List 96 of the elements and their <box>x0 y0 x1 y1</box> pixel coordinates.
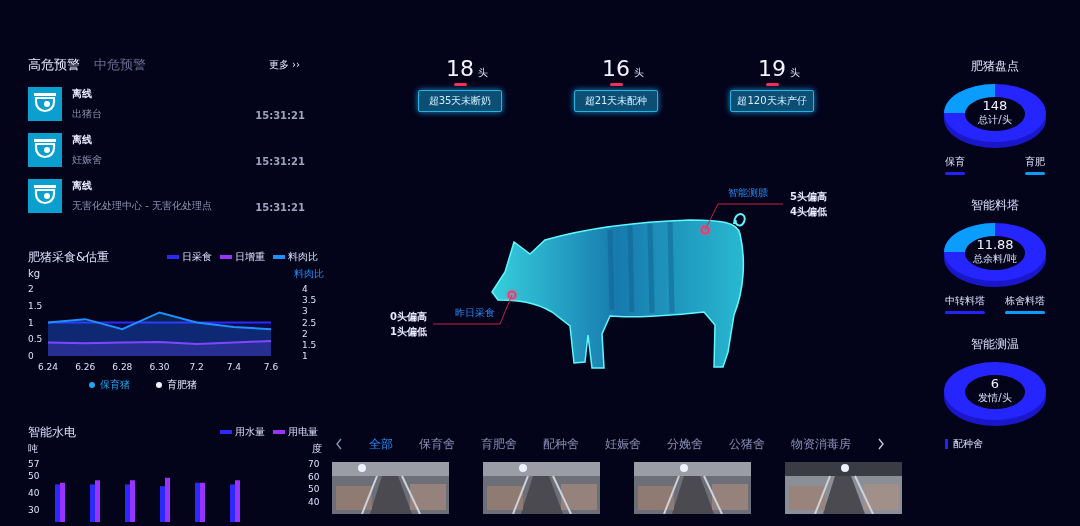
house-tab[interactable]: 配种舍 <box>543 435 579 453</box>
tick-label: 1 <box>28 317 34 328</box>
tick-label: 40 <box>308 496 320 507</box>
camera-icon <box>28 179 62 213</box>
legend-item: 用电量 <box>273 425 318 439</box>
legend-label: 育肥 <box>1025 155 1045 169</box>
tick-label: 1.5 <box>302 339 317 350</box>
legend-item: 用水量 <box>220 425 265 439</box>
annotation-text: 0头偏高 <box>390 310 427 324</box>
axis-label: 料肉比 <box>294 268 324 279</box>
house-tab[interactable]: 物资消毒房 <box>791 435 851 453</box>
tick-label: 70 <box>308 459 320 469</box>
legend-item: 料肉比 <box>273 250 318 264</box>
more-link[interactable]: 更多 ›› <box>268 58 300 72</box>
tick-label: 50 <box>28 470 40 481</box>
tick-label: 7.4 <box>226 362 241 372</box>
annotation-text: 5头偏高 <box>790 190 827 204</box>
tick-label: 6.30 <box>149 362 170 372</box>
legend-label: 配种舍 <box>953 437 983 451</box>
tick-label: 60 <box>308 471 320 482</box>
axis-label: kg <box>28 268 41 279</box>
tick-label: 57 <box>28 459 40 469</box>
alert-status: 离线 <box>72 179 93 193</box>
chart-title: 智能水电 <box>28 423 76 441</box>
series-toggle[interactable]: 保育猪 <box>89 378 130 392</box>
annotation-title: 昨日采食 <box>455 306 495 320</box>
count-value: 19 <box>758 56 786 82</box>
camera-icon <box>28 133 62 167</box>
legend-label: 栋舍料塔 <box>1005 294 1045 308</box>
legend-item: 日增重 <box>220 250 265 264</box>
tick-label: 40 <box>28 487 40 498</box>
next-icon[interactable] <box>877 438 885 450</box>
count-value: 16 <box>602 56 630 82</box>
count-unit: 头 <box>634 66 644 80</box>
alert-status: 离线 <box>72 133 93 147</box>
series-toggle[interactable]: 育肥猪 <box>156 378 197 392</box>
panel-title: 智能测温 <box>971 336 1019 353</box>
total-value: 6 <box>990 377 1000 391</box>
total-value: 11.88 <box>976 238 1014 252</box>
tick-label: 3.5 <box>302 295 317 306</box>
tick-label: 0.5 <box>28 334 43 345</box>
alert-location: 出猪台 <box>72 107 103 121</box>
panel-title: 肥猪盘点 <box>971 58 1019 75</box>
count-unit: 头 <box>790 66 800 80</box>
tick-label: 0 <box>28 351 34 361</box>
count-value: 18 <box>446 56 474 82</box>
house-tab[interactable]: 分娩舍 <box>667 435 703 453</box>
tick-label: 1.5 <box>28 300 43 311</box>
annotation-text: 4头偏低 <box>790 205 827 219</box>
marker-ring-icon <box>506 289 518 301</box>
total-caption: 发情/头 <box>978 391 1012 405</box>
alert-time: 15:31:21 <box>255 156 305 167</box>
alert-tab[interactable]: 中危预警 <box>94 56 146 74</box>
house-tab[interactable]: 保育舍 <box>419 435 455 453</box>
tick-label: 2.5 <box>302 317 317 328</box>
axis-label: 度 <box>312 443 322 454</box>
alert-location: 妊娠舍 <box>72 153 103 167</box>
count-unit: 头 <box>478 66 488 80</box>
total-value: 148 <box>982 99 1008 113</box>
legend-label: 中转料塔 <box>945 294 985 308</box>
tick-label: 3 <box>302 306 308 317</box>
tick-label: 7.2 <box>189 362 204 372</box>
alert-location: 无害化处理中心 - 无害化处理点 <box>72 199 213 213</box>
tick-label: 50 <box>308 484 320 494</box>
tick-label: 1 <box>302 351 308 361</box>
tick-label: 2 <box>28 284 34 294</box>
annotation-text: 1头偏低 <box>390 325 427 339</box>
chart-title: 肥猪采食&估重 <box>28 248 110 266</box>
legend-label: 保育 <box>945 155 965 169</box>
legend-item: 日采食 <box>167 250 212 264</box>
house-tab[interactable]: 公猪舍 <box>729 435 765 453</box>
tick-label: 2 <box>302 328 308 339</box>
stat-label: 超35天未断奶 <box>418 90 502 112</box>
alert-status: 离线 <box>72 87 93 101</box>
tick-label: 6.26 <box>75 362 96 372</box>
alert-time: 15:31:21 <box>255 110 305 121</box>
total-caption: 总计/头 <box>978 113 1012 127</box>
panel-title: 智能料塔 <box>971 197 1019 214</box>
camera-icon <box>28 87 62 121</box>
tick-label: 4 <box>302 284 308 294</box>
tick-label: 6.24 <box>38 362 58 372</box>
tick-label: 30 <box>28 505 40 515</box>
tick-label: 7.6 <box>263 362 279 372</box>
stat-label: 超21天未配种 <box>574 90 658 112</box>
stat-label: 超120天未产仔 <box>730 90 814 112</box>
previous-icon[interactable] <box>335 438 343 450</box>
house-tab[interactable]: 全部 <box>369 435 393 453</box>
axis-label: 吨 <box>28 443 38 454</box>
house-tab[interactable]: 育肥舍 <box>481 435 517 453</box>
house-tab[interactable]: 妊娠舍 <box>605 435 641 453</box>
annotation-title: 智能测膘 <box>728 186 768 200</box>
alert-tab[interactable]: 高危预警 <box>28 56 80 74</box>
total-caption: 总余料/吨 <box>973 252 1017 266</box>
alert-time: 15:31:21 <box>255 202 305 213</box>
marker-ring-icon <box>699 224 711 236</box>
tick-label: 6.28 <box>112 362 133 372</box>
